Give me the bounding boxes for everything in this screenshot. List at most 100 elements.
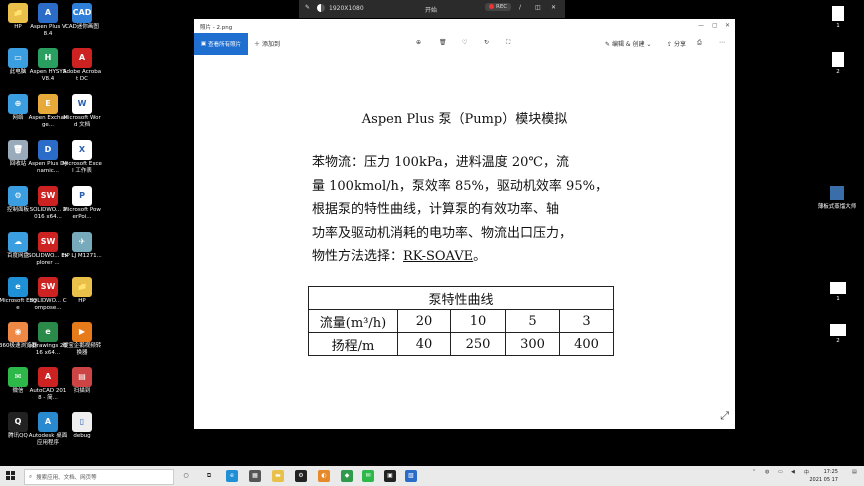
file-label: 2 <box>836 69 840 75</box>
app-taskbar-icon-1[interactable]: ⚙ <box>295 470 307 482</box>
plus-icon: ＋ <box>254 41 261 48</box>
app-taskbar-icon-2[interactable]: ◐ <box>318 470 330 482</box>
search-placeholder: 搜索应用、文档、网页等 <box>36 475 97 481</box>
print-icon[interactable]: ⎙ <box>697 39 702 47</box>
body-line: 功率及驱动机消耗的电功率、物流出口压力， <box>312 225 573 241</box>
close-window-icon[interactable]: ✕ <box>725 22 730 29</box>
more-icon[interactable]: ⋯ <box>719 39 725 46</box>
tray-expand-icon[interactable]: ⌃ <box>752 469 756 475</box>
desktop-icon[interactable]: A Adobe Acrobat DC <box>62 48 102 82</box>
pin-icon[interactable]: ✎ <box>305 4 310 11</box>
maximize-icon[interactable]: ▢ <box>712 22 718 29</box>
taskbar-search-box[interactable]: ⌕ 搜索应用、文档、网页等 <box>24 469 174 485</box>
desktop-app-distill[interactable]: 薄板式蒸馏大师 <box>816 186 858 210</box>
windows-start-icon[interactable] <box>6 471 16 481</box>
table-cell: 20 <box>397 309 451 333</box>
table-cell: 5 <box>505 309 560 333</box>
autodesk-icon: A <box>38 412 58 432</box>
photos-viewer-window: 照片 - 2.png — ▢ ✕ ▣ 查看所有照片 ＋ 添加到 ⊕ 🗑 ♡ ↻ … <box>194 19 735 429</box>
store-taskbar-icon[interactable]: ▦ <box>249 470 261 482</box>
explorer-taskbar-icon[interactable]: ▬ <box>272 470 284 482</box>
baidu-netdisk-icon: ☁ <box>8 232 28 252</box>
excel-doc-icon: X <box>72 140 92 160</box>
favorite-icon[interactable]: ♡ <box>462 39 467 46</box>
zoom-icon[interactable]: ⊕ <box>416 39 421 46</box>
desktop-icon[interactable]: ▶ 暖宝企鹅视频转换器 <box>62 322 102 356</box>
desktop-icon[interactable]: CAD CAD迷你画图 <box>62 3 102 31</box>
desktop-icon[interactable]: X Microsoft Excel 工作表 <box>62 140 102 174</box>
desktop-icon-label: Microsoft Word 文档 <box>63 115 101 128</box>
app-taskbar-icon-4[interactable]: ▣ <box>384 470 396 482</box>
start-recording-button[interactable]: 开始 <box>425 5 437 14</box>
wechat-taskbar-icon[interactable]: ✉ <box>362 470 374 482</box>
solidworks-explorer-icon: SW <box>38 232 58 252</box>
desktop-icon[interactable]: ▯ debug <box>62 412 102 440</box>
body-line: 量 100kmol/h，泵效率 85%，驱动机效率 95%， <box>312 178 608 194</box>
word-doc-icon: W <box>72 94 92 114</box>
camera-icon[interactable]: ◫ <box>535 4 541 11</box>
autocad-icon: A <box>38 367 58 387</box>
app-taskbar-icon-3[interactable]: ◆ <box>341 470 353 482</box>
window-title: 照片 - 2.png <box>200 25 233 31</box>
volume-icon[interactable]: ◀ <box>791 469 795 475</box>
desktop-file-1[interactable]: 1 <box>823 6 853 29</box>
app-icon <box>830 186 844 200</box>
window-titlebar: 照片 - 2.png — ▢ ✕ <box>194 19 735 33</box>
tray-app-icon[interactable]: ◍ <box>765 469 769 475</box>
aspen-exchanger-icon: E <box>38 94 58 114</box>
add-to-button[interactable]: ＋ 添加到 <box>254 39 280 48</box>
property-method: RK-SOAVE <box>403 249 474 264</box>
edge-taskbar-icon[interactable]: e <box>226 470 238 482</box>
desktop-icon-label: 暖宝企鹅视频转换器 <box>62 343 102 356</box>
ime-icon[interactable]: 中 <box>804 469 809 476</box>
table-cell: 250 <box>450 332 506 356</box>
contrast-icon <box>317 4 325 12</box>
body-line: 根据泵的特性曲线，计算泵的有效功率、轴 <box>312 202 560 217</box>
taskbar-clock[interactable]: 17:25 2021 05 17 <box>809 468 838 484</box>
recording-resolution[interactable]: 1920X1080 <box>329 5 364 12</box>
desktop-file-3[interactable]: 1 <box>823 282 853 302</box>
file-icon <box>832 52 844 67</box>
fullscreen-icon[interactable]: ⤢ <box>720 409 729 423</box>
crop-icon[interactable]: ⛶ <box>506 39 510 47</box>
task-view-icon[interactable]: ○ <box>180 470 192 482</box>
file-label: 1 <box>836 296 840 302</box>
table-cell: 扬程/m <box>308 332 398 356</box>
notification-icon[interactable]: ▤ <box>852 469 857 475</box>
pen-icon[interactable]: ∕ <box>519 4 521 11</box>
pump-curve-table: 泵特性曲线 流量(m³/h) 20 10 5 3 扬程/m 40 250 300… <box>308 286 614 356</box>
recycle-bin-icon: 🗑 <box>8 140 28 160</box>
close-icon[interactable]: ✕ <box>551 4 556 11</box>
edrawings-icon: e <box>38 322 58 342</box>
desktop-file-4[interactable]: 2 <box>823 324 853 344</box>
rotate-icon[interactable]: ↻ <box>484 39 489 46</box>
video-converter-icon: ▶ <box>72 322 92 342</box>
share-icon: ⇪ <box>667 41 673 48</box>
desktop-icon[interactable]: 📁 HP <box>62 277 102 305</box>
file-icon <box>830 324 846 336</box>
share-button[interactable]: ⇪ 分享 <box>667 39 686 48</box>
rec-button[interactable]: REC <box>485 3 512 11</box>
minimize-icon[interactable]: — <box>698 22 704 29</box>
desktop-icon[interactable]: P Microsoft PowerPoi... <box>62 186 102 220</box>
aspen-plus-icon: A <box>38 3 58 23</box>
network-tray-icon[interactable]: ▭ <box>778 469 783 475</box>
desktop-icon-label: Adobe Acrobat DC <box>62 69 102 82</box>
desktop-file-2[interactable]: 2 <box>823 52 853 75</box>
view-all-photos-button[interactable]: ▣ 查看所有照片 <box>194 33 248 55</box>
photos-taskbar-icon[interactable]: ▧ <box>405 470 417 482</box>
edge-icon: e <box>8 277 28 297</box>
desktop-icon[interactable]: ✈ HP LJ M1271... <box>62 232 102 260</box>
desktop-icon[interactable]: ▤ 扫描到 <box>62 367 102 395</box>
document-body: 苯物流：压力 100kPa，进料温度 20℃，流 量 100kmol/h，泵效率… <box>312 151 624 269</box>
desktop-icon[interactable]: W Microsoft Word 文档 <box>62 94 102 128</box>
control-panel-icon: ⚙ <box>8 186 28 206</box>
edit-create-button[interactable]: ✎ 编辑 & 创建 ⌄ <box>605 39 651 48</box>
photos-icon: ▣ <box>200 41 207 47</box>
search-icon: ⌕ <box>29 473 33 480</box>
desktop-icon-label: 扫描到 <box>73 388 91 394</box>
file-icon <box>832 6 844 21</box>
task-switch-icon[interactable]: ⧉ <box>203 470 215 482</box>
delete-icon[interactable]: 🗑 <box>439 39 447 46</box>
printer-icon: ✈ <box>72 232 92 252</box>
